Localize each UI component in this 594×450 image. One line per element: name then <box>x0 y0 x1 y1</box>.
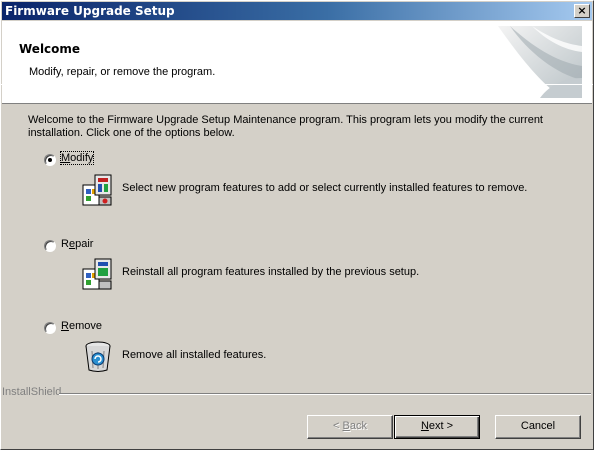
repair-icon <box>82 258 112 290</box>
modify-label[interactable]: Modify <box>59 151 95 165</box>
header-divider <box>1 84 593 85</box>
close-button[interactable]: × <box>574 4 590 18</box>
page-title: Welcome <box>19 42 81 56</box>
intro-text: Welcome to the Firmware Upgrade Setup Ma… <box>28 114 543 139</box>
remove-description: Remove all installed features. <box>122 349 267 361</box>
footer-divider <box>59 393 591 395</box>
close-icon: × <box>577 4 587 17</box>
header-panel: Welcome Modify, repair, or remove the pr… <box>2 21 592 104</box>
setup-window: Firmware Upgrade Setup × Welcome Modify,… <box>0 0 594 450</box>
cancel-button[interactable]: Cancel <box>495 415 581 439</box>
recycle-bin-icon <box>85 341 111 372</box>
remove-label[interactable]: Remove <box>61 320 102 332</box>
repair-label[interactable]: Repair <box>61 238 93 250</box>
remove-radio[interactable] <box>44 322 56 334</box>
installshield-banner-icon <box>498 26 582 98</box>
repair-description: Reinstall all program features installed… <box>122 266 420 278</box>
window-title: Firmware Upgrade Setup <box>5 4 175 18</box>
modify-description: Select new program features to add or se… <box>122 182 528 194</box>
modify-icon <box>82 174 112 206</box>
title-bar[interactable]: Firmware Upgrade Setup × <box>2 2 592 20</box>
next-button[interactable]: Next > <box>394 415 480 439</box>
page-subtitle: Modify, repair, or remove the program. <box>29 66 216 78</box>
installshield-brand: InstallShield <box>2 386 62 398</box>
back-button[interactable]: < Back <box>307 415 393 439</box>
repair-radio[interactable] <box>44 240 56 252</box>
modify-radio[interactable] <box>44 154 56 166</box>
